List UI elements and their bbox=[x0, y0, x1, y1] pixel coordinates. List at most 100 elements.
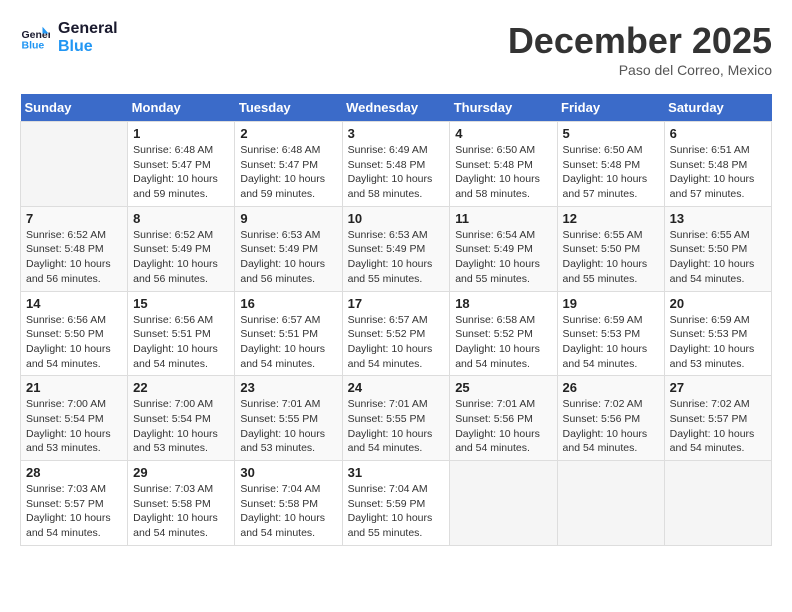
calendar-cell: 25 Sunrise: 7:01 AM Sunset: 5:56 PM Dayli… bbox=[450, 376, 557, 461]
day-info: Sunrise: 6:48 AM Sunset: 5:47 PM Dayligh… bbox=[240, 143, 336, 202]
calendar-cell: 11 Sunrise: 6:54 AM Sunset: 5:49 PM Dayli… bbox=[450, 206, 557, 291]
day-number: 19 bbox=[563, 296, 659, 311]
week-row-3: 14 Sunrise: 6:56 AM Sunset: 5:50 PM Dayli… bbox=[21, 291, 772, 376]
month-title: December 2025 bbox=[508, 20, 772, 62]
logo-general: General bbox=[58, 20, 118, 38]
day-header-tuesday: Tuesday bbox=[235, 94, 342, 122]
calendar-cell: 7 Sunrise: 6:52 AM Sunset: 5:48 PM Daylig… bbox=[21, 206, 128, 291]
day-header-monday: Monday bbox=[128, 94, 235, 122]
day-info: Sunrise: 6:53 AM Sunset: 5:49 PM Dayligh… bbox=[240, 228, 336, 287]
calendar-cell: 16Sunrise: 6:57 AM Sunset: 5:51 PM Dayli… bbox=[235, 291, 342, 376]
day-number: 16 bbox=[240, 296, 336, 311]
day-info: Sunrise: 7:03 AM Sunset: 5:57 PM Dayligh… bbox=[26, 482, 122, 541]
title-block: December 2025 Paso del Correo, Mexico bbox=[508, 20, 772, 78]
calendar-cell: 12Sunrise: 6:55 AM Sunset: 5:50 PM Dayli… bbox=[557, 206, 664, 291]
day-info: Sunrise: 6:56 AM Sunset: 5:51 PM Dayligh… bbox=[133, 313, 229, 372]
day-info: Sunrise: 6:58 AM Sunset: 5:52 PM Dayligh… bbox=[455, 313, 551, 372]
calendar-cell: 6 Sunrise: 6:51 AM Sunset: 5:48 PM Daylig… bbox=[664, 122, 771, 207]
day-number: 13 bbox=[670, 211, 766, 226]
calendar-table: SundayMondayTuesdayWednesdayThursdayFrid… bbox=[20, 94, 772, 546]
calendar-cell: 13Sunrise: 6:55 AM Sunset: 5:50 PM Dayli… bbox=[664, 206, 771, 291]
day-info: Sunrise: 6:53 AM Sunset: 5:49 PM Dayligh… bbox=[348, 228, 445, 287]
day-info: Sunrise: 7:03 AM Sunset: 5:58 PM Dayligh… bbox=[133, 482, 229, 541]
calendar-cell: 14 Sunrise: 6:56 AM Sunset: 5:50 PM Dayli… bbox=[21, 291, 128, 376]
calendar-cell: 29 Sunrise: 7:03 AM Sunset: 5:58 PM Dayli… bbox=[128, 461, 235, 546]
svg-text:Blue: Blue bbox=[22, 40, 45, 52]
day-number: 6 bbox=[670, 126, 766, 141]
day-number: 2 bbox=[240, 126, 336, 141]
day-number: 4 bbox=[455, 126, 551, 141]
calendar-cell: 15 Sunrise: 6:56 AM Sunset: 5:51 PM Dayli… bbox=[128, 291, 235, 376]
day-info: Sunrise: 6:48 AM Sunset: 5:47 PM Dayligh… bbox=[133, 143, 229, 202]
day-number: 27 bbox=[670, 380, 766, 395]
calendar-cell: 2 Sunrise: 6:48 AM Sunset: 5:47 PM Daylig… bbox=[235, 122, 342, 207]
day-header-wednesday: Wednesday bbox=[342, 94, 450, 122]
day-number: 1 bbox=[133, 126, 229, 141]
calendar-cell: 28 Sunrise: 7:03 AM Sunset: 5:57 PM Dayli… bbox=[21, 461, 128, 546]
calendar-cell: 8 Sunrise: 6:52 AM Sunset: 5:49 PM Daylig… bbox=[128, 206, 235, 291]
calendar-cell: 20 Sunrise: 6:59 AM Sunset: 5:53 PM Dayli… bbox=[664, 291, 771, 376]
day-number: 28 bbox=[26, 465, 122, 480]
day-number: 23 bbox=[240, 380, 336, 395]
day-info: Sunrise: 7:01 AM Sunset: 5:55 PM Dayligh… bbox=[348, 397, 445, 456]
day-info: Sunrise: 7:00 AM Sunset: 5:54 PM Dayligh… bbox=[26, 397, 122, 456]
calendar-cell: 1 Sunrise: 6:48 AM Sunset: 5:47 PM Daylig… bbox=[128, 122, 235, 207]
day-number: 14 bbox=[26, 296, 122, 311]
day-info: Sunrise: 6:57 AM Sunset: 5:52 PM Dayligh… bbox=[348, 313, 445, 372]
day-number: 22 bbox=[133, 380, 229, 395]
day-number: 5 bbox=[563, 126, 659, 141]
day-number: 7 bbox=[26, 211, 122, 226]
day-number: 30 bbox=[240, 465, 336, 480]
day-header-sunday: Sunday bbox=[21, 94, 128, 122]
logo-icon: General Blue bbox=[20, 23, 50, 53]
day-number: 8 bbox=[133, 211, 229, 226]
logo-blue: Blue bbox=[58, 38, 118, 56]
day-info: Sunrise: 6:50 AM Sunset: 5:48 PM Dayligh… bbox=[563, 143, 659, 202]
day-info: Sunrise: 6:52 AM Sunset: 5:48 PM Dayligh… bbox=[26, 228, 122, 287]
day-number: 9 bbox=[240, 211, 336, 226]
day-info: Sunrise: 7:02 AM Sunset: 5:57 PM Dayligh… bbox=[670, 397, 766, 456]
calendar-cell: 22Sunrise: 7:00 AM Sunset: 5:54 PM Dayli… bbox=[128, 376, 235, 461]
calendar-cell: 21Sunrise: 7:00 AM Sunset: 5:54 PM Dayli… bbox=[21, 376, 128, 461]
day-info: Sunrise: 6:50 AM Sunset: 5:48 PM Dayligh… bbox=[455, 143, 551, 202]
day-info: Sunrise: 6:52 AM Sunset: 5:49 PM Dayligh… bbox=[133, 228, 229, 287]
day-info: Sunrise: 6:59 AM Sunset: 5:53 PM Dayligh… bbox=[670, 313, 766, 372]
day-number: 10 bbox=[348, 211, 445, 226]
day-number: 25 bbox=[455, 380, 551, 395]
day-info: Sunrise: 6:54 AM Sunset: 5:49 PM Dayligh… bbox=[455, 228, 551, 287]
day-info: Sunrise: 7:04 AM Sunset: 5:58 PM Dayligh… bbox=[240, 482, 336, 541]
calendar-cell: 24Sunrise: 7:01 AM Sunset: 5:55 PM Dayli… bbox=[342, 376, 450, 461]
calendar-cell: 17Sunrise: 6:57 AM Sunset: 5:52 PM Dayli… bbox=[342, 291, 450, 376]
day-number: 3 bbox=[348, 126, 445, 141]
day-info: Sunrise: 6:56 AM Sunset: 5:50 PM Dayligh… bbox=[26, 313, 122, 372]
calendar-cell: 30 Sunrise: 7:04 AM Sunset: 5:58 PM Dayli… bbox=[235, 461, 342, 546]
day-number: 26 bbox=[563, 380, 659, 395]
day-header-friday: Friday bbox=[557, 94, 664, 122]
day-number: 18 bbox=[455, 296, 551, 311]
day-info: Sunrise: 7:02 AM Sunset: 5:56 PM Dayligh… bbox=[563, 397, 659, 456]
calendar-cell: 3 Sunrise: 6:49 AM Sunset: 5:48 PM Daylig… bbox=[342, 122, 450, 207]
calendar-cell bbox=[21, 122, 128, 207]
calendar-cell: 10 Sunrise: 6:53 AM Sunset: 5:49 PM Dayli… bbox=[342, 206, 450, 291]
calendar-header-row: SundayMondayTuesdayWednesdayThursdayFrid… bbox=[21, 94, 772, 122]
calendar-cell bbox=[450, 461, 557, 546]
calendar-cell: 18 Sunrise: 6:58 AM Sunset: 5:52 PM Dayli… bbox=[450, 291, 557, 376]
logo: General Blue General Blue bbox=[20, 20, 118, 56]
day-info: Sunrise: 7:01 AM Sunset: 5:56 PM Dayligh… bbox=[455, 397, 551, 456]
day-number: 20 bbox=[670, 296, 766, 311]
day-info: Sunrise: 6:55 AM Sunset: 5:50 PM Dayligh… bbox=[563, 228, 659, 287]
calendar-cell bbox=[664, 461, 771, 546]
day-header-thursday: Thursday bbox=[450, 94, 557, 122]
calendar-cell: 27 Sunrise: 7:02 AM Sunset: 5:57 PM Dayli… bbox=[664, 376, 771, 461]
day-info: Sunrise: 6:59 AM Sunset: 5:53 PM Dayligh… bbox=[563, 313, 659, 372]
day-info: Sunrise: 6:49 AM Sunset: 5:48 PM Dayligh… bbox=[348, 143, 445, 202]
calendar-cell: 23Sunrise: 7:01 AM Sunset: 5:55 PM Dayli… bbox=[235, 376, 342, 461]
day-number: 15 bbox=[133, 296, 229, 311]
calendar-cell: 4 Sunrise: 6:50 AM Sunset: 5:48 PM Daylig… bbox=[450, 122, 557, 207]
day-number: 29 bbox=[133, 465, 229, 480]
day-info: Sunrise: 7:04 AM Sunset: 5:59 PM Dayligh… bbox=[348, 482, 445, 541]
day-number: 11 bbox=[455, 211, 551, 226]
day-info: Sunrise: 6:51 AM Sunset: 5:48 PM Dayligh… bbox=[670, 143, 766, 202]
calendar-cell: 5 Sunrise: 6:50 AM Sunset: 5:48 PM Daylig… bbox=[557, 122, 664, 207]
calendar-cell: 26 Sunrise: 7:02 AM Sunset: 5:56 PM Dayli… bbox=[557, 376, 664, 461]
